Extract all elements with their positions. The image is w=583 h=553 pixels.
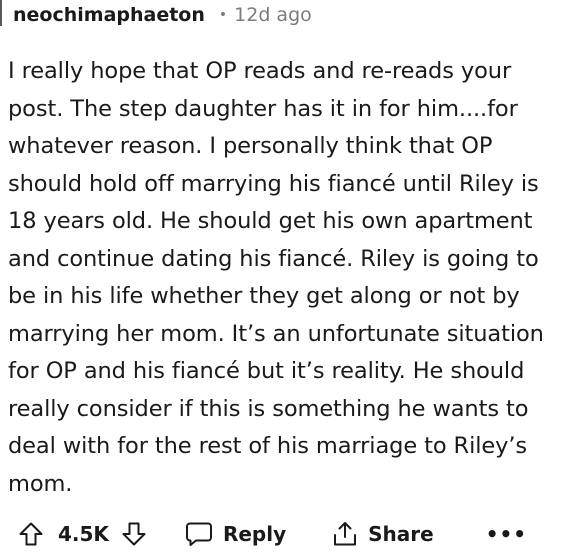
share-label: Share xyxy=(368,522,434,546)
speech-bubble-icon xyxy=(185,521,213,547)
upvote-arrow-icon[interactable] xyxy=(18,521,44,547)
share-button[interactable]: Share xyxy=(332,520,434,548)
downvote-arrow-icon[interactable] xyxy=(121,521,147,547)
comment-action-bar: 4.5K Reply Share ••• xyxy=(18,516,527,552)
comment-timestamp[interactable]: 12d ago xyxy=(234,4,312,26)
vote-count: 4.5K xyxy=(58,522,109,546)
share-upload-icon xyxy=(332,520,358,548)
meta-separator: • xyxy=(218,7,228,23)
comment-body: I really hope that OP reads and re-reads… xyxy=(8,58,544,497)
more-options-button[interactable]: ••• xyxy=(486,522,527,546)
reply-label: Reply xyxy=(222,522,287,546)
comment-header: neochimaphaeton • 12d ago xyxy=(13,2,312,28)
thread-line[interactable] xyxy=(0,0,2,26)
author-username[interactable]: neochimaphaeton xyxy=(13,4,205,26)
reply-button[interactable]: Reply xyxy=(185,521,286,547)
